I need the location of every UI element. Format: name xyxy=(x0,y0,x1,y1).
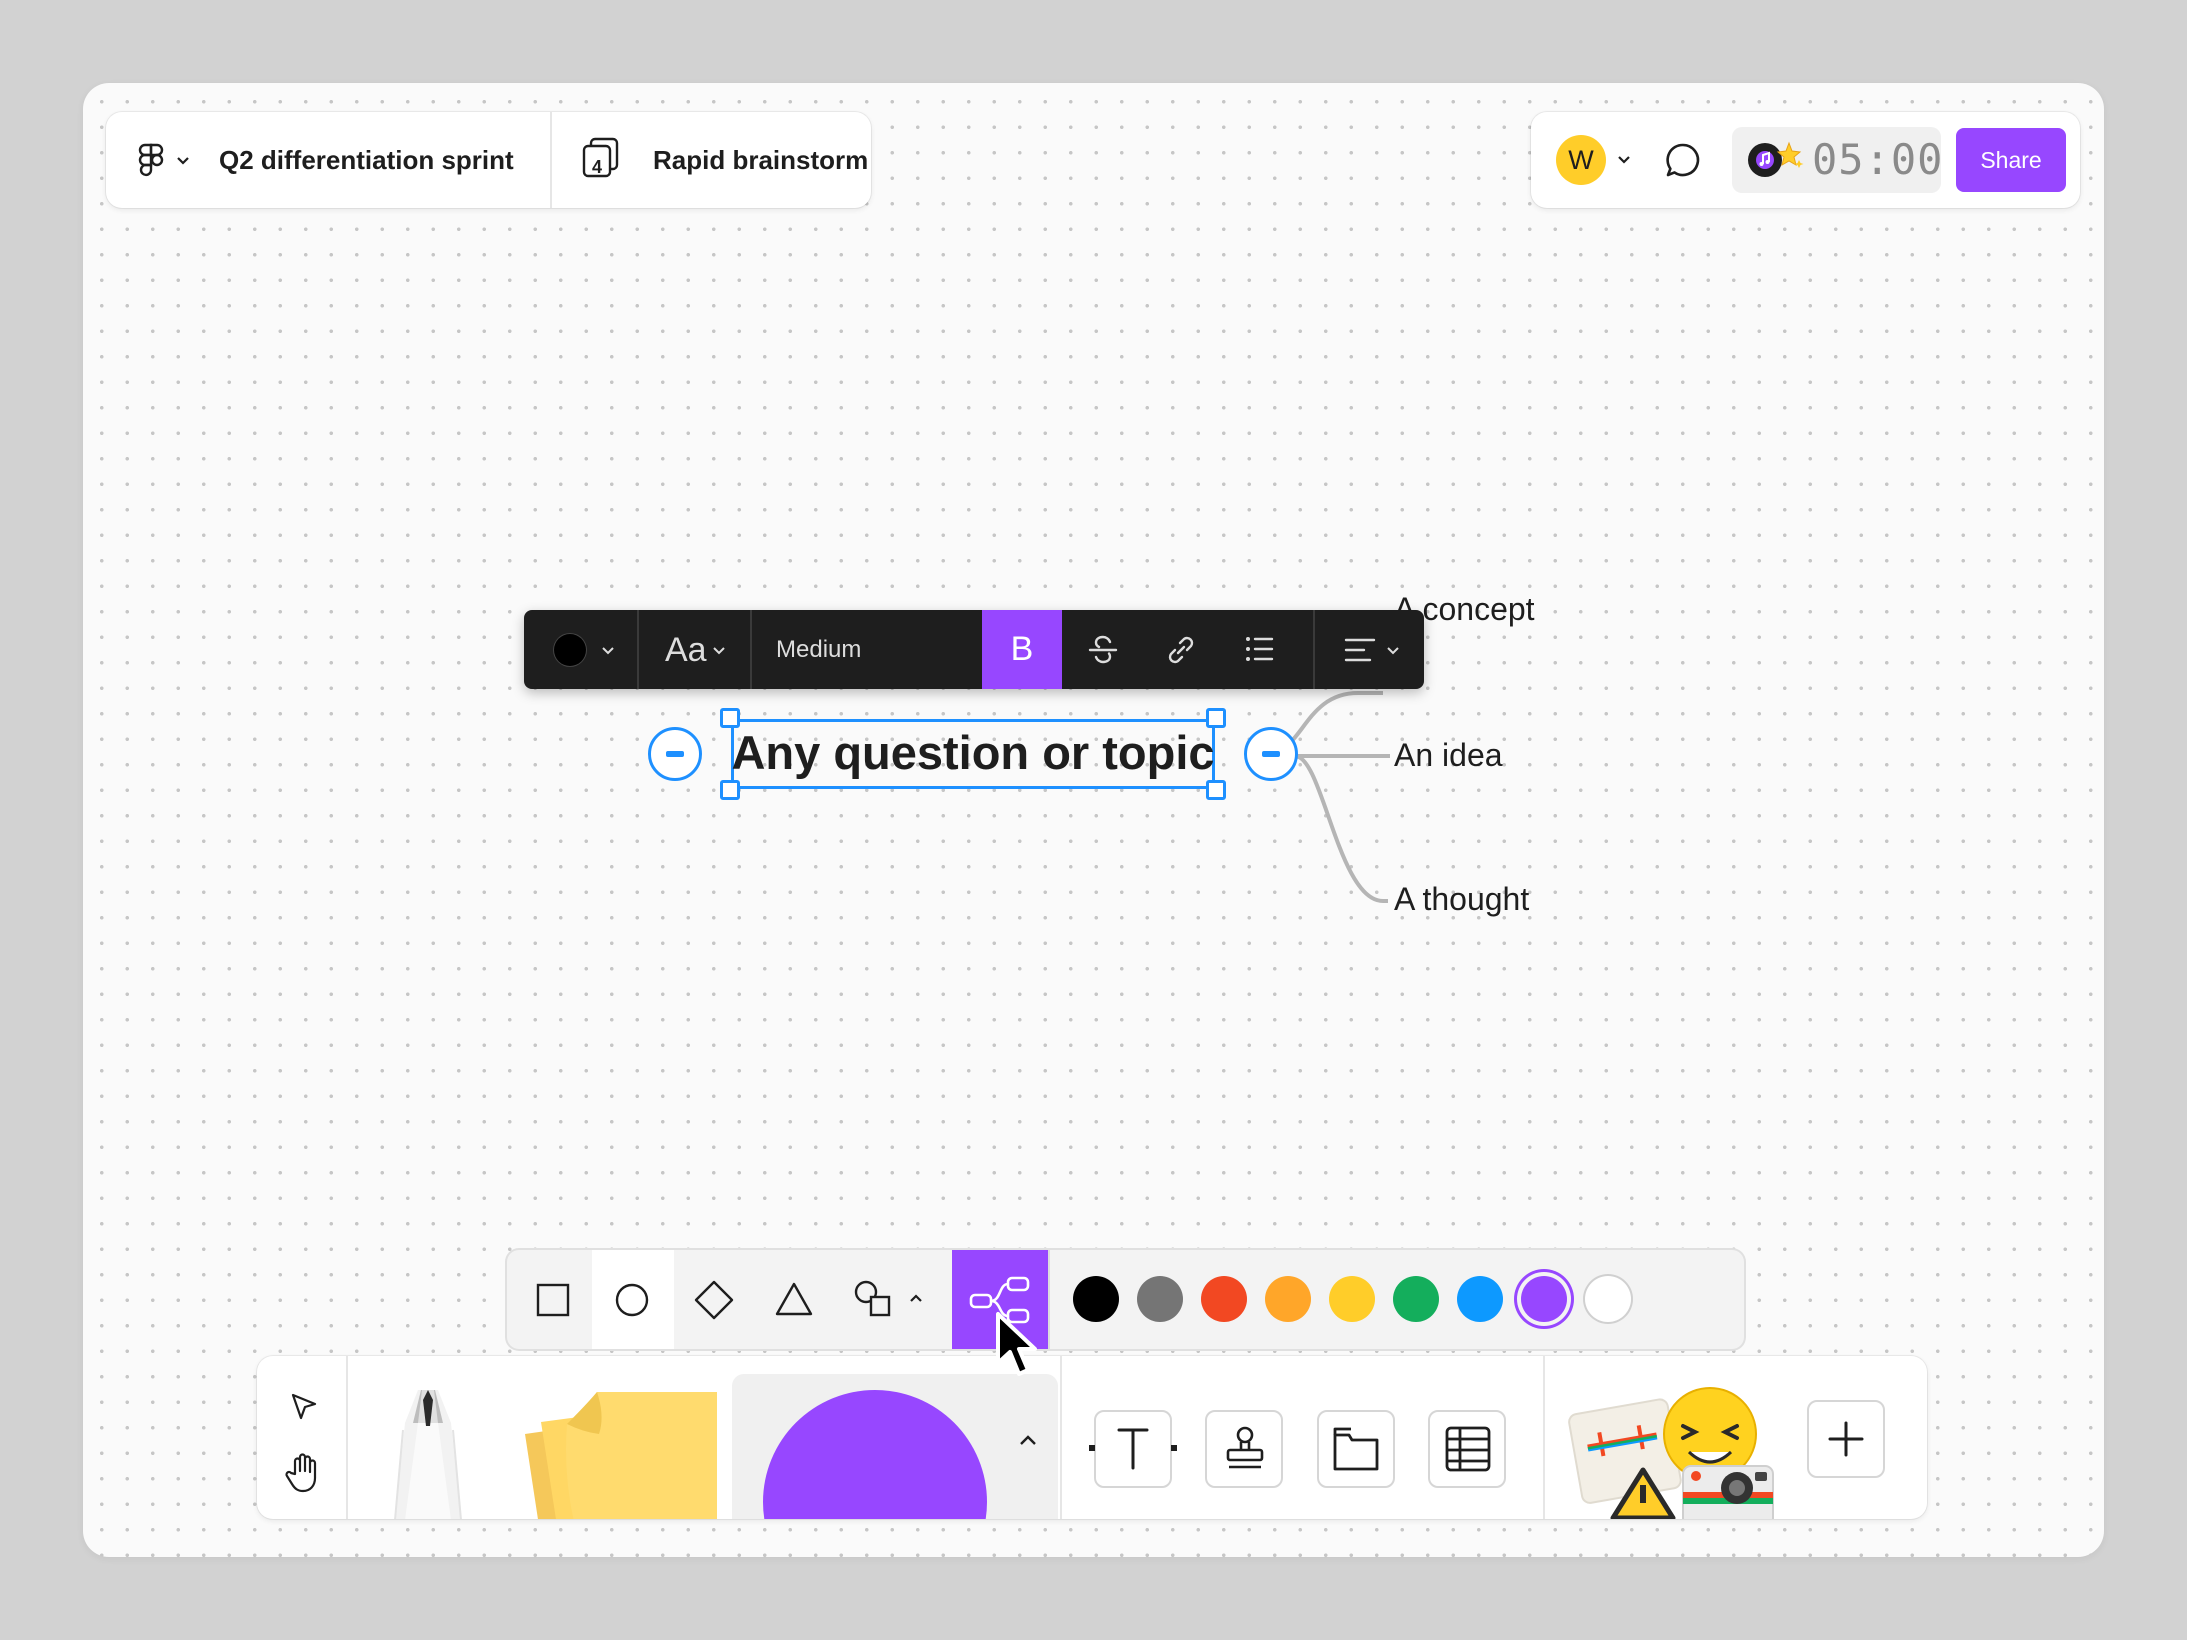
pencil-icon[interactable] xyxy=(383,1390,473,1519)
stamp-icon xyxy=(1223,1425,1267,1473)
chevron-down-icon xyxy=(712,646,726,656)
timer-value: 05:00 xyxy=(1812,135,1944,184)
align-icon[interactable] xyxy=(1344,636,1378,664)
link-icon[interactable] xyxy=(1164,633,1198,667)
diamond-icon[interactable] xyxy=(693,1279,735,1321)
resize-handle[interactable] xyxy=(720,780,740,800)
widgets-icon[interactable] xyxy=(1565,1380,1805,1519)
color-swatch-yellow[interactable] xyxy=(1329,1276,1375,1322)
figma-logo-icon[interactable] xyxy=(138,143,164,179)
table-icon xyxy=(1444,1425,1492,1473)
comment-icon[interactable] xyxy=(1664,141,1702,179)
chevron-up-icon[interactable] xyxy=(1019,1434,1037,1446)
hand-icon[interactable] xyxy=(283,1452,323,1494)
sparkle-icon xyxy=(1775,140,1805,172)
resize-handle[interactable] xyxy=(1206,708,1226,728)
color-swatch-gray[interactable] xyxy=(1137,1276,1183,1322)
main-toolbar xyxy=(257,1356,1927,1519)
share-label: Share xyxy=(1980,147,2042,173)
color-swatch-orange[interactable] xyxy=(1265,1276,1311,1322)
text-color-swatch xyxy=(554,634,586,666)
chevron-down-icon xyxy=(601,646,615,656)
chevron-down-icon[interactable] xyxy=(1617,155,1631,165)
plus-icon xyxy=(1827,1420,1865,1458)
mindmap-branch[interactable]: An idea xyxy=(1394,735,1503,775)
color-swatch-white[interactable] xyxy=(1585,1276,1631,1322)
connector-thought xyxy=(1294,754,1388,903)
move-icon[interactable] xyxy=(289,1392,319,1422)
bold-icon: B xyxy=(1010,630,1034,668)
color-swatch-blue[interactable] xyxy=(1457,1276,1503,1322)
avatar-initial: W xyxy=(1568,145,1594,175)
chevron-down-icon[interactable] xyxy=(176,156,190,166)
section-icon xyxy=(1331,1425,1381,1473)
page-count: 4 xyxy=(591,157,602,177)
chevron-down-icon xyxy=(1386,646,1400,656)
canvas[interactable]: Q2 differentiation sprint 4 Rapid brains… xyxy=(83,83,2104,1557)
collapse-right-handle[interactable] xyxy=(1244,727,1298,781)
text-icon xyxy=(1089,1426,1177,1472)
shape-options-toolbar xyxy=(507,1250,1744,1349)
text-format-toolbar: Aa Medium B xyxy=(524,610,1424,689)
font-family-button[interactable]: Aa xyxy=(665,630,707,670)
collapse-left-handle[interactable] xyxy=(648,727,702,781)
color-swatch-green[interactable] xyxy=(1393,1276,1439,1322)
mindmap-root-text[interactable]: Any question or topic xyxy=(731,723,1215,783)
page-name[interactable]: Rapid brainstorm xyxy=(653,142,868,178)
strikethrough-icon[interactable] xyxy=(1087,633,1119,667)
chevron-up-icon[interactable] xyxy=(909,1293,923,1303)
resize-handle[interactable] xyxy=(720,708,740,728)
font-size-select[interactable]: Medium xyxy=(776,635,861,665)
file-panel: Q2 differentiation sprint 4 Rapid brains… xyxy=(106,112,871,208)
ellipse-icon xyxy=(615,1283,649,1317)
color-swatch-red[interactable] xyxy=(1201,1276,1247,1322)
resize-handle[interactable] xyxy=(1206,780,1226,800)
rectangle-icon[interactable] xyxy=(536,1283,570,1317)
file-name[interactable]: Q2 differentiation sprint xyxy=(219,142,514,178)
collab-panel: W 05:00 Share xyxy=(1531,112,2080,208)
cursor-icon xyxy=(994,1311,1042,1381)
list-icon[interactable] xyxy=(1244,634,1274,664)
triangle-icon[interactable] xyxy=(774,1281,814,1317)
color-swatch-black[interactable] xyxy=(1073,1276,1119,1322)
more-shapes-icon[interactable] xyxy=(853,1279,895,1321)
mindmap-branch[interactable]: A thought xyxy=(1394,879,1529,919)
sticky-note-icon[interactable] xyxy=(517,1386,717,1519)
color-swatch-purple-selected[interactable] xyxy=(1521,1276,1567,1322)
